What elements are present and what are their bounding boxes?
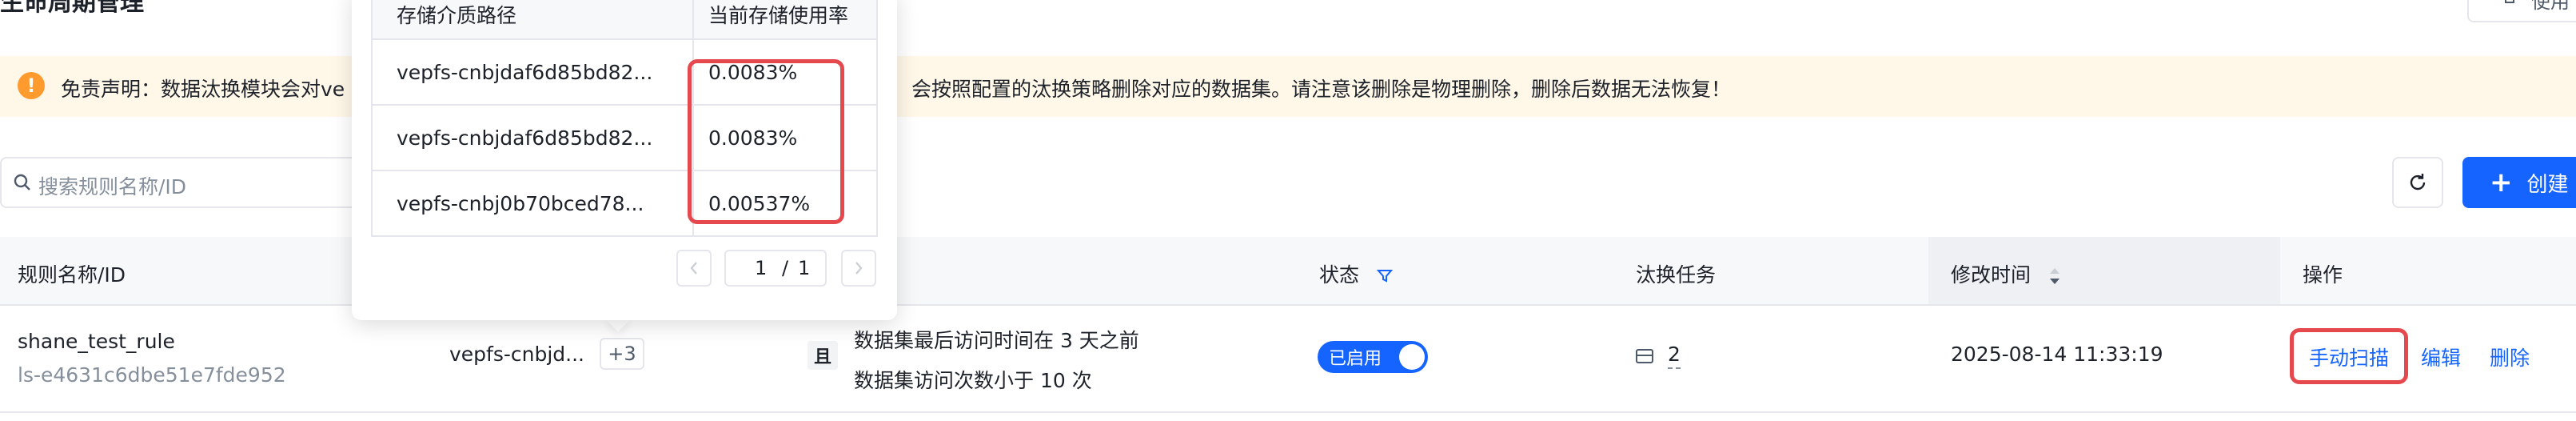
- status-toggle-label: 已启用: [1329, 349, 1382, 369]
- prev-page-button[interactable]: [676, 250, 712, 287]
- search-icon: [14, 174, 30, 190]
- help-button-label: 使用: [2531, 0, 2570, 13]
- modified-time: 2025-08-14 11:33:19: [1951, 343, 2163, 366]
- column-header-modified[interactable]: 修改时间: [1951, 259, 2061, 288]
- column-header-status[interactable]: 状态: [1319, 259, 1393, 288]
- create-rule-label: 创建: [2526, 172, 2569, 197]
- warning-icon: !: [18, 72, 45, 99]
- filter-icon[interactable]: [1376, 268, 1393, 284]
- storage-usage-table-header: 存储介质路径 当前存储使用率: [373, 0, 876, 40]
- manual-scan-highlight: [2290, 328, 2408, 384]
- lifecycle-management-page: 生命周期管理 使用 ! 免责声明：数据汰换模块会对ve 会按照配置的汰换策略删除…: [0, 0, 2576, 421]
- task-count: 2: [1668, 343, 1681, 369]
- column-header-path: 存储介质路径: [397, 4, 517, 27]
- column-header-actions: 操作: [2303, 263, 2343, 287]
- disclaimer-text-start: 免责声明：数据汰换模块会对ve: [61, 78, 345, 101]
- status-toggle[interactable]: 已启用: [1318, 341, 1428, 373]
- storage-path: vepfs-cnbj0b70bced78...: [397, 192, 644, 215]
- help-button[interactable]: 使用: [2467, 0, 2576, 22]
- next-page-button[interactable]: [841, 250, 876, 287]
- column-header-usage: 当前存储使用率: [708, 4, 849, 27]
- chevron-left-icon: [690, 262, 697, 275]
- create-rule-button[interactable]: + 创建: [2462, 157, 2576, 208]
- storage-path: vepfs-cnbjdaf6d85bd82...: [397, 61, 653, 84]
- search-placeholder: 搜索规则名称/ID: [38, 175, 187, 198]
- column-header-name: 规则名称/ID: [18, 263, 126, 287]
- plus-icon: +: [2490, 166, 2513, 198]
- disclaimer-text-end: 会按照配置的汰换策略删除对应的数据集。请注意该删除是物理删除，删除后数据无法恢复…: [911, 78, 1732, 101]
- condition-last-access: 数据集最后访问时间在 3 天之前: [854, 329, 1139, 352]
- logic-and-tag: 且: [807, 341, 838, 370]
- page-number-input[interactable]: 1 / 1: [724, 250, 827, 287]
- rule-name: shane_test_rule: [18, 330, 175, 353]
- edit-link[interactable]: 编辑: [2421, 343, 2461, 371]
- storage-usage-popover: 存储介质路径 当前存储使用率 vepfs-cnbjdaf6d85bd82... …: [352, 0, 897, 320]
- refresh-icon: [2410, 174, 2426, 190]
- lightbulb-icon: [2501, 0, 2518, 12]
- delete-link[interactable]: 删除: [2490, 343, 2530, 371]
- column-header-status-label: 状态: [1319, 263, 1360, 287]
- toggle-knob: [1399, 344, 1425, 370]
- storage-path: vepfs-cnbjdaf6d85bd82...: [397, 126, 653, 150]
- chevron-right-icon: [855, 262, 863, 275]
- column-header-modified-label: 修改时间: [1951, 263, 2032, 287]
- refresh-button[interactable]: [2392, 157, 2443, 208]
- total-pages: 1: [798, 257, 811, 279]
- storage-media-more-tag[interactable]: +3: [600, 338, 644, 370]
- column-header-task: 汰换任务: [1636, 263, 1717, 287]
- page-separator: /: [782, 257, 789, 279]
- rule-id: ls-e4631c6dbe51e7fde952: [18, 363, 286, 387]
- current-page: 1: [755, 257, 768, 279]
- task-count-cell[interactable]: 2: [1636, 343, 1681, 369]
- table-row: shane_test_rule ls-e4631c6dbe51e7fde952 …: [0, 306, 2576, 413]
- search-input[interactable]: 搜索规则名称/ID: [0, 157, 368, 208]
- task-list-icon: [1636, 348, 1653, 363]
- condition-access-count: 数据集访问次数小于 10 次: [854, 369, 1092, 392]
- page-title: 生命周期管理: [0, 0, 144, 17]
- sort-icon[interactable]: [2048, 267, 2061, 286]
- storage-media: vepfs-cnbjd...: [449, 343, 585, 366]
- usage-highlight: [688, 59, 844, 224]
